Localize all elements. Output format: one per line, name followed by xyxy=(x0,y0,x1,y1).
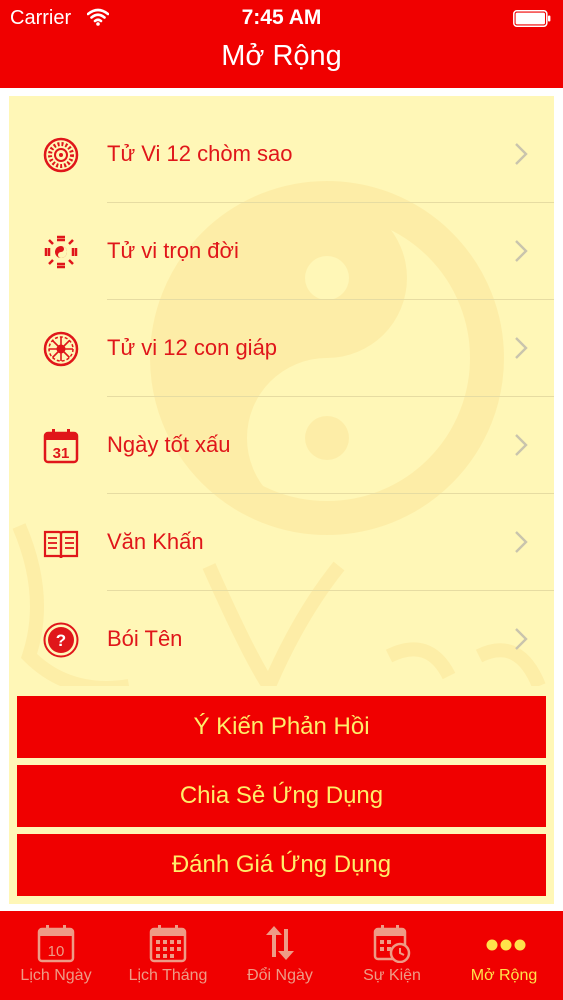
chinese-zodiac-icon xyxy=(43,331,79,367)
menu-item-prayers[interactable]: Văn Khấn xyxy=(9,494,554,591)
calendar-icon-day: 31 xyxy=(53,445,70,462)
tab-month-calendar[interactable]: Lịch Tháng xyxy=(112,911,224,1000)
day-calendar-icon-number: 10 xyxy=(48,943,65,960)
header: Carrier 7:45 AM Mở Rộng xyxy=(0,0,563,88)
content-panel: Tử Vi 12 chòm sao Tử vi trọn đời Tử vi 1… xyxy=(9,96,554,904)
menu-item-label: Tử Vi 12 chòm sao xyxy=(107,141,293,166)
menu-item-good-bad-days[interactable]: 31 Ngày tốt xấu xyxy=(9,397,554,494)
tab-label: Mở Rộng xyxy=(470,967,538,984)
month-calendar-icon xyxy=(149,925,187,963)
calendar-icon: 31 xyxy=(43,429,79,464)
menu-item-12-zodiac-animals[interactable]: Tử vi 12 con giáp xyxy=(9,300,554,397)
status-time: 7:45 AM xyxy=(241,6,322,29)
question-icon: ? xyxy=(43,622,79,658)
battery-icon xyxy=(513,10,551,27)
tab-more[interactable]: Mở Rộng xyxy=(448,911,560,1000)
day-calendar-icon: 10 xyxy=(37,925,75,963)
tab-label: Lịch Tháng xyxy=(128,967,208,984)
zodiac-wheel-icon xyxy=(43,137,79,173)
menu-item-label: Ngày tốt xấu xyxy=(107,432,231,457)
menu-item-lifetime-horoscope[interactable]: Tử vi trọn đời xyxy=(9,203,554,300)
menu-item-zodiac-12-constellations[interactable]: Tử Vi 12 chòm sao xyxy=(9,106,554,203)
chevron-right-icon xyxy=(515,531,528,553)
menu-list: Tử Vi 12 chòm sao Tử vi trọn đời Tử vi 1… xyxy=(9,106,554,688)
bagua-icon xyxy=(44,235,78,269)
tab-label: Đổi Ngày xyxy=(247,967,313,984)
page-title: Mở Rộng xyxy=(221,40,342,72)
chevron-right-icon xyxy=(515,628,528,650)
tab-label: Sự Kiện xyxy=(363,967,421,984)
menu-item-label: Bói Tên xyxy=(107,626,183,651)
more-dots-icon xyxy=(486,939,526,951)
menu-item-name-fortune[interactable]: ? Bói Tên xyxy=(9,591,554,688)
tab-bar: 10 Lịch Ngày Lịch Tháng Đổi Ngày Sự Kiện… xyxy=(0,911,563,1000)
tab-label: Lịch Ngày xyxy=(20,967,92,984)
chevron-right-icon xyxy=(515,337,528,359)
action-buttons: Ý Kiến Phản Hồi Chia Sẻ Ứng Dụng Đánh Gi… xyxy=(9,686,554,904)
swap-arrows-icon xyxy=(266,926,294,960)
rate-app-button[interactable]: Đánh Giá Ứng Dụng xyxy=(17,834,546,896)
status-bar: Carrier 7:45 AM xyxy=(0,0,563,36)
chevron-right-icon xyxy=(515,434,528,456)
share-app-button[interactable]: Chia Sẻ Ứng Dụng xyxy=(17,765,546,827)
menu-item-label: Tử vi trọn đời xyxy=(107,238,239,263)
tab-day-calendar[interactable]: 10 Lịch Ngày xyxy=(0,911,112,1000)
question-mark-glyph: ? xyxy=(56,631,66,650)
chevron-right-icon xyxy=(515,240,528,262)
tab-events[interactable]: Sự Kiện xyxy=(336,911,448,1000)
menu-item-label: Tử vi 12 con giáp xyxy=(107,335,278,360)
book-icon xyxy=(43,530,79,559)
tab-convert-date[interactable]: Đổi Ngày xyxy=(224,911,336,1000)
feedback-button[interactable]: Ý Kiến Phản Hồi xyxy=(17,696,546,758)
chevron-right-icon xyxy=(515,143,528,165)
menu-item-label: Văn Khấn xyxy=(107,529,204,554)
event-clock-icon xyxy=(373,925,411,963)
